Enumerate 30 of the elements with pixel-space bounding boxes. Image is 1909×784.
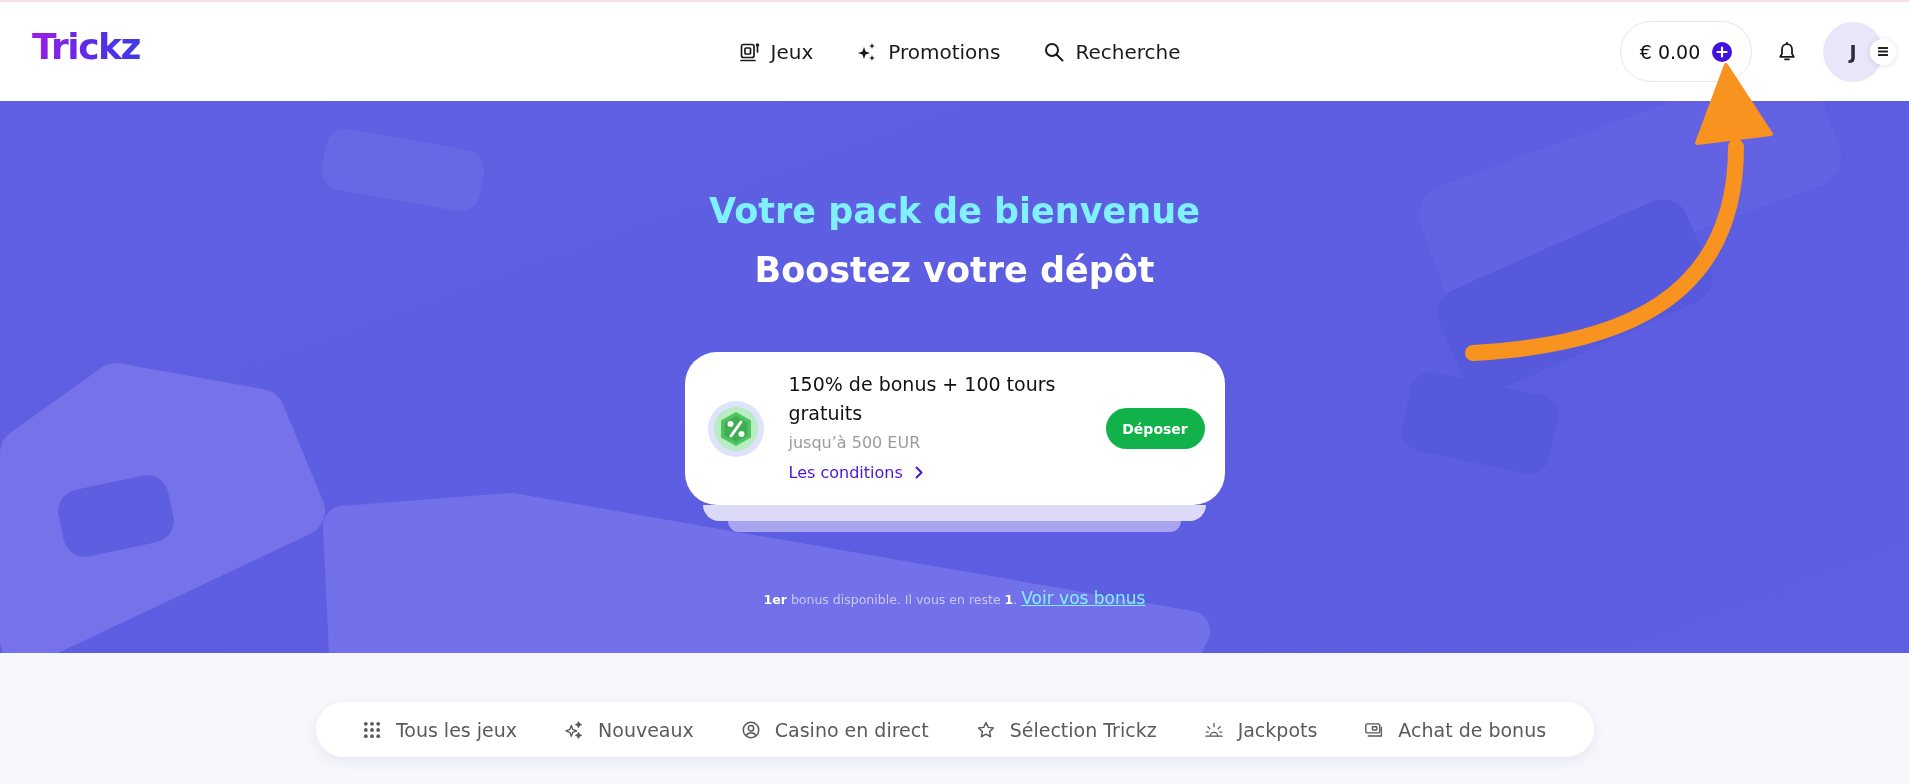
user-circle-icon [741, 720, 760, 739]
dots-grid-icon [362, 720, 381, 739]
category-tab[interactable]: Casino en direct [741, 718, 929, 741]
percent-badge-icon [707, 400, 764, 457]
balance-button[interactable]: € 0.00 [1620, 21, 1752, 82]
offer-limit: jusqu’à 500 EUR [788, 431, 921, 454]
bell-icon[interactable] [1778, 41, 1796, 62]
nav-link[interactable]: Promotions [857, 39, 1001, 64]
menu-icon [1878, 47, 1888, 56]
category-tab[interactable]: Jackpots [1204, 718, 1318, 741]
sunrise-icon [1204, 720, 1223, 739]
hero-title: Votre pack de bienvenue [709, 190, 1200, 233]
card-icon [1365, 720, 1384, 739]
category-tab[interactable]: Tous les jeux [362, 718, 518, 741]
search-icon [1044, 41, 1065, 62]
nav-link[interactable]: Recherche [1044, 39, 1181, 64]
offer-title: 150% de bonus + 100 tours gratuits [788, 371, 1057, 426]
hero-subtitle: Boostez votre dépôt [754, 249, 1155, 292]
conditions-link[interactable]: Les conditions [788, 456, 923, 488]
category-tab[interactable]: Nouveaux [565, 718, 694, 741]
sparkle-icon [565, 720, 584, 739]
slot-machine-icon [739, 41, 760, 62]
star-icon [976, 720, 995, 739]
menu-button[interactable] [1870, 38, 1896, 65]
category-tab[interactable]: Sélection Trickz [976, 718, 1157, 741]
plus-icon[interactable] [1712, 41, 1733, 62]
category-tab[interactable]: Achat de bonus [1365, 718, 1547, 741]
bonus-note: 1er bonus disponible. Il vous en reste 1. Voir vos bonus [763, 587, 1146, 610]
chevron-right-icon [914, 465, 923, 479]
nav-link[interactable]: Jeux [739, 39, 814, 64]
